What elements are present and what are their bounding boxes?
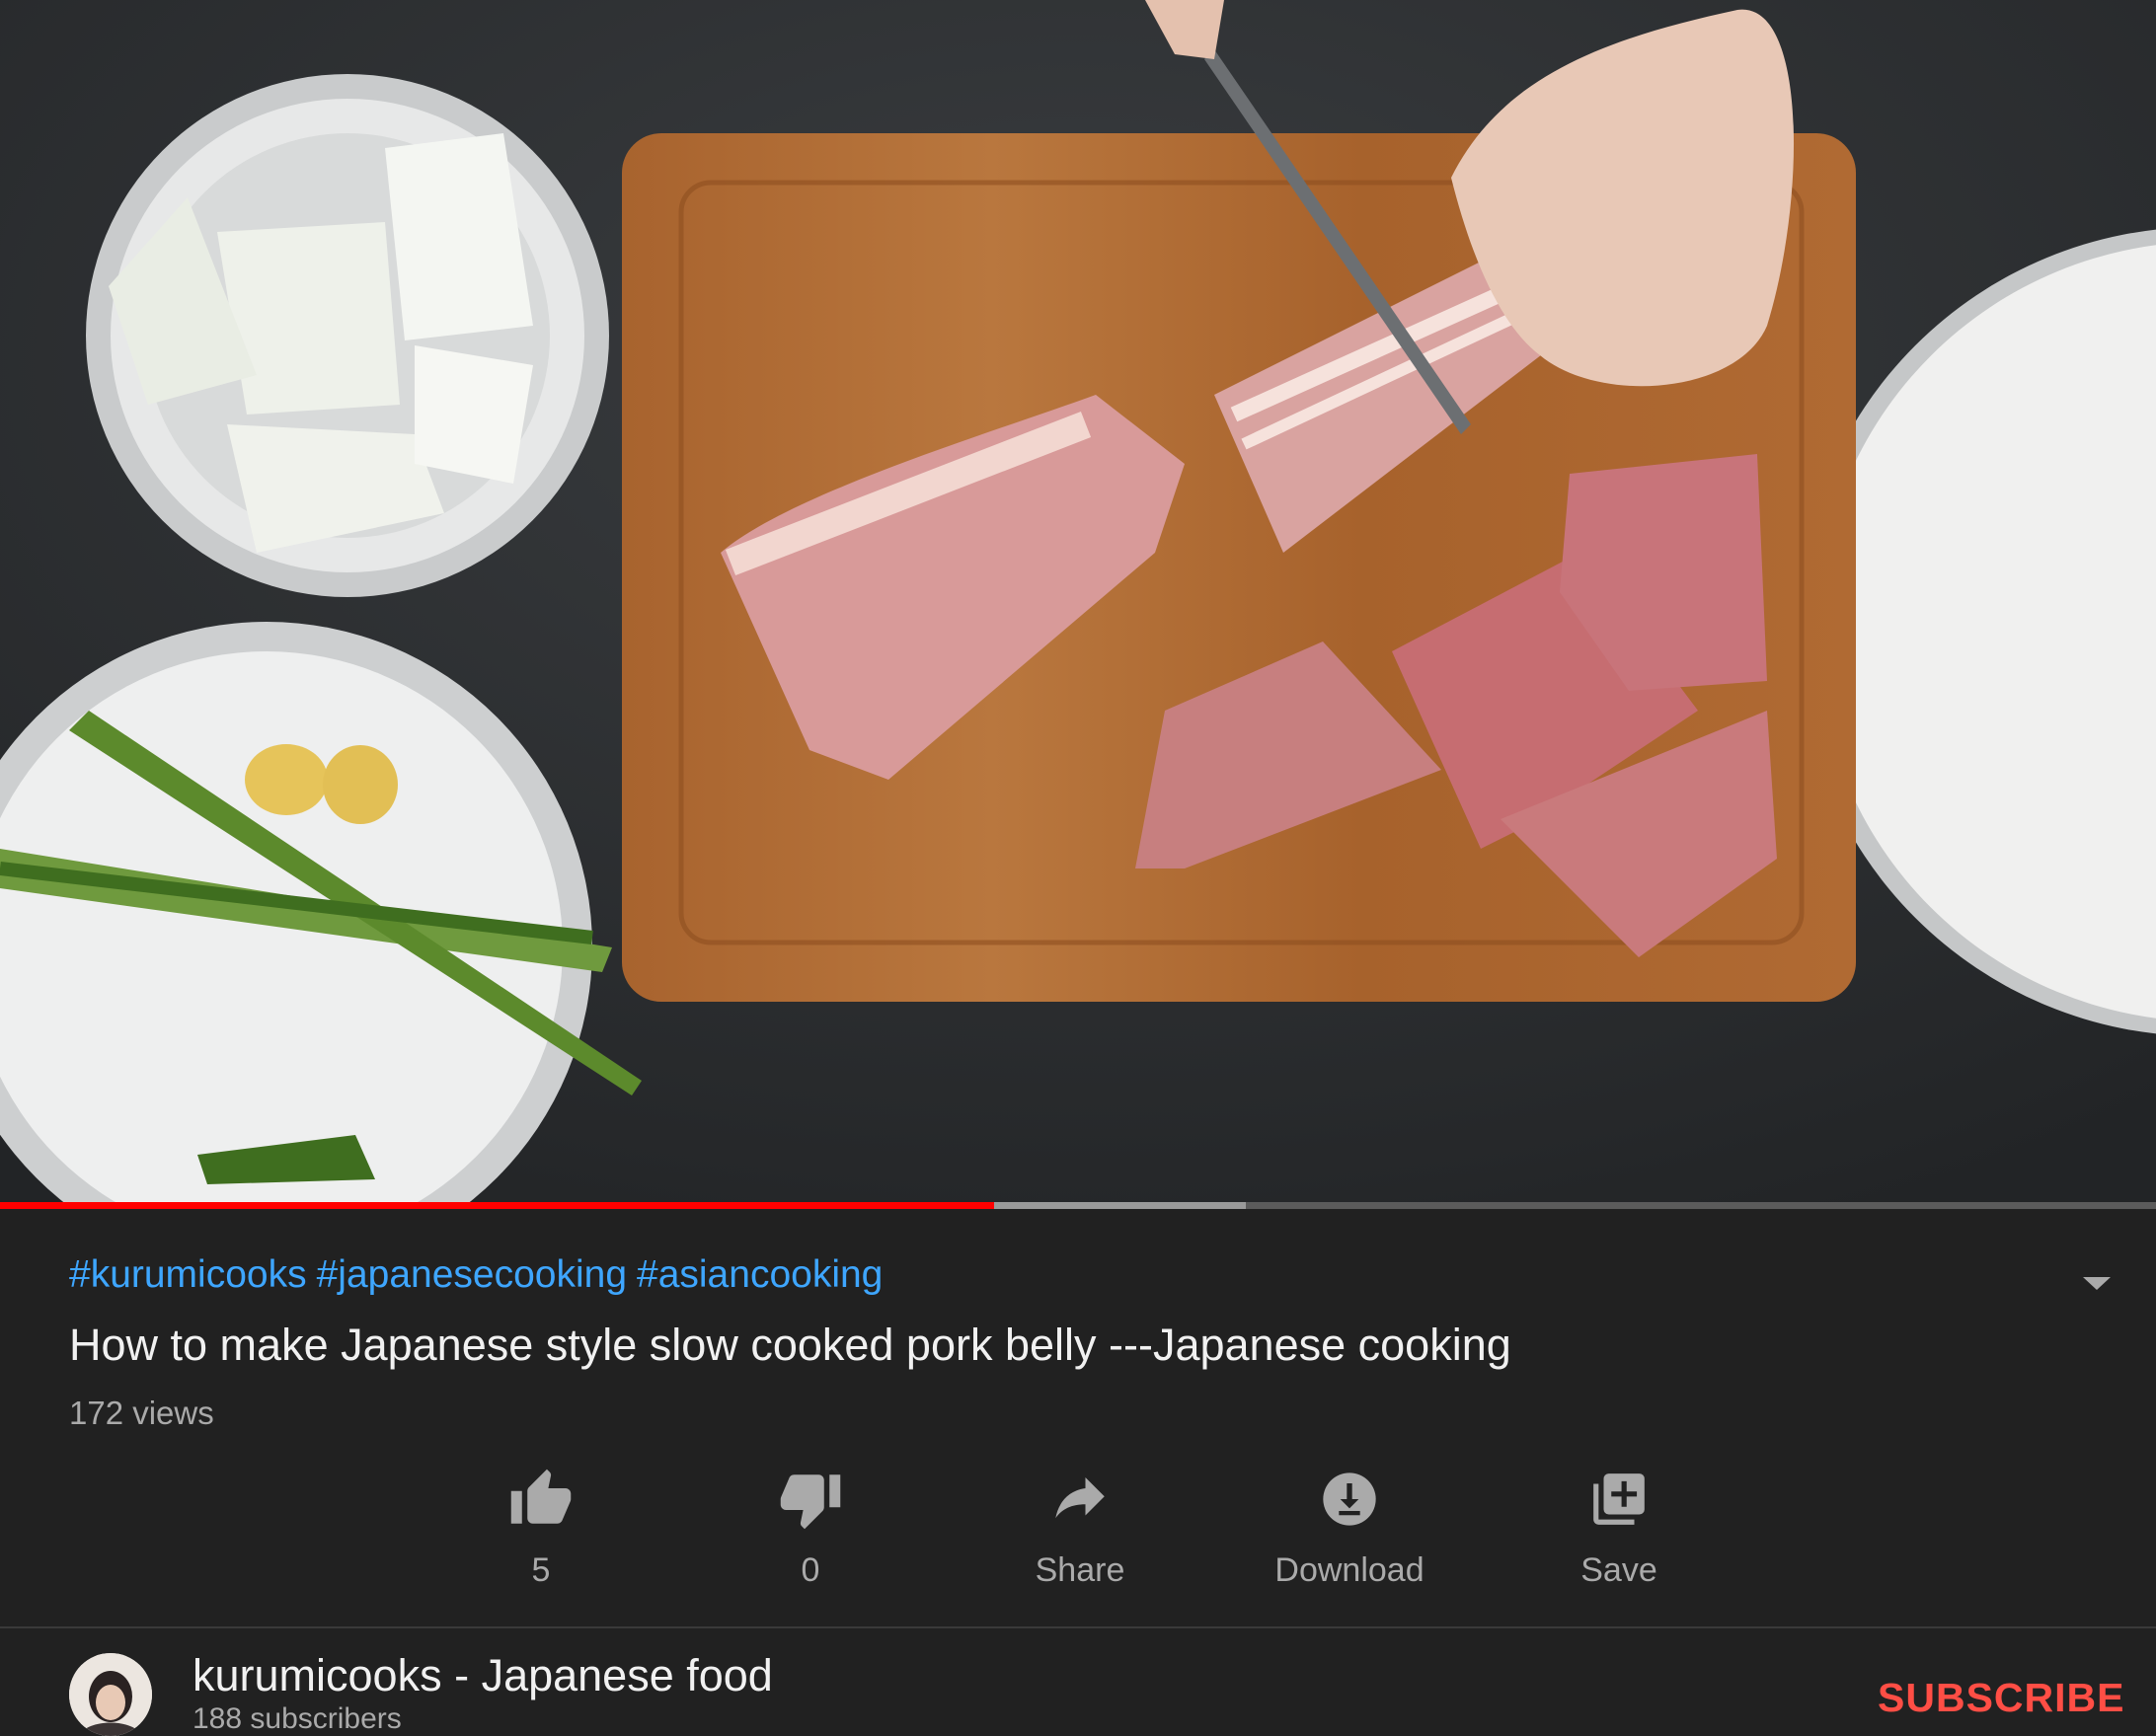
thumbs-down-icon <box>776 1465 845 1534</box>
channel-name[interactable]: kurumicooks - Japanese food <box>192 1650 773 1701</box>
video-progress-bar[interactable] <box>0 1202 2156 1209</box>
like-count: 5 <box>531 1551 551 1589</box>
progress-played <box>0 1202 994 1209</box>
subscriber-count: 188 subscribers <box>192 1702 402 1735</box>
like-button[interactable]: 5 <box>442 1465 640 1590</box>
share-label: Share <box>1035 1551 1125 1589</box>
share-button[interactable]: Share <box>981 1465 1179 1590</box>
add-to-playlist-icon <box>1584 1465 1654 1534</box>
download-button[interactable]: Download <box>1251 1465 1448 1590</box>
chevron-down-icon <box>2083 1277 2111 1290</box>
channel-avatar[interactable] <box>69 1653 152 1736</box>
video-title[interactable]: How to make Japanese style slow cooked p… <box>69 1320 1511 1371</box>
thumbs-up-icon <box>506 1465 576 1534</box>
view-count: 172 views <box>69 1395 214 1431</box>
share-icon <box>1045 1465 1115 1534</box>
hashtag-link[interactable]: #japanesecooking <box>317 1253 627 1296</box>
download-icon <box>1315 1465 1384 1534</box>
hashtag-link[interactable]: #asiancooking <box>637 1253 883 1296</box>
action-bar: 5 0 Share Download Save <box>0 1465 2156 1593</box>
section-divider <box>0 1626 2156 1628</box>
save-label: Save <box>1580 1551 1657 1589</box>
download-label: Download <box>1274 1551 1424 1589</box>
hashtag-link[interactable]: #kurumicooks <box>69 1253 307 1296</box>
expand-description-button[interactable] <box>2077 1263 2117 1303</box>
hashtag-list: #kurumicooks #japanesecooking #asiancookin… <box>69 1253 892 1297</box>
dislike-button[interactable]: 0 <box>712 1465 909 1590</box>
video-player[interactable] <box>0 0 2156 1206</box>
video-frame-image <box>0 0 2156 1206</box>
dislike-count: 0 <box>801 1551 820 1589</box>
save-button[interactable]: Save <box>1520 1465 1718 1590</box>
